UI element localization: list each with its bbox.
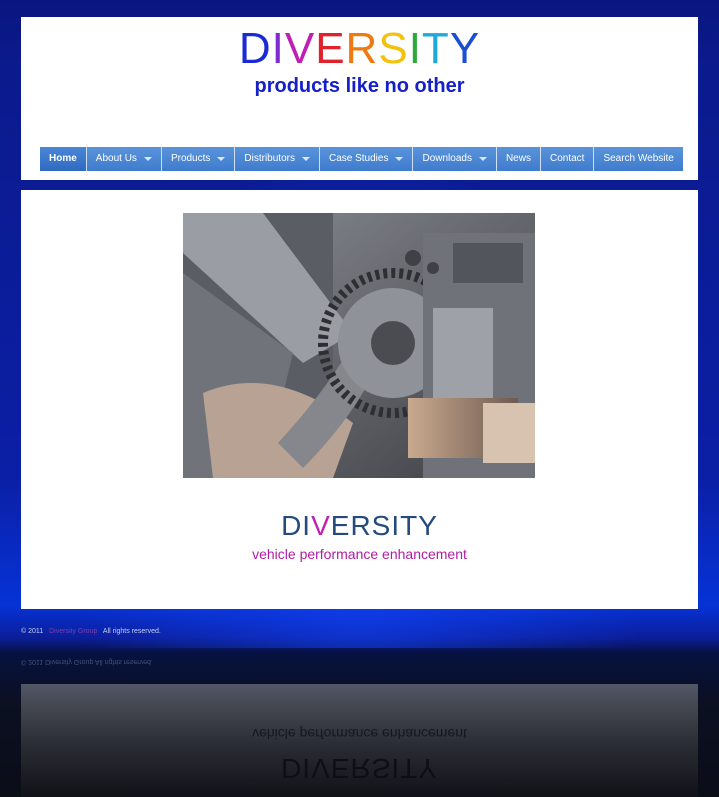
nav-item-label: News <box>505 153 531 164</box>
logo-letter: V <box>284 24 316 73</box>
logo-letter: S <box>378 24 409 73</box>
chevron-down-icon <box>395 157 404 161</box>
nav-item-label: Downloads <box>422 153 472 164</box>
reflection-footer: © 2011 Diversity Group All rights reserv… <box>21 658 153 665</box>
nav-item-distributors[interactable]: Distributors <box>235 147 320 171</box>
site-logo[interactable]: DIVERSITY <box>21 23 698 75</box>
site-footer: © 2011 Diversity Group All rights reserv… <box>21 628 161 635</box>
site-tagline: products like no other <box>254 75 465 97</box>
nav-item-label: Search Website <box>603 153 674 164</box>
nav-item-downloads[interactable]: Downloads <box>413 147 497 171</box>
page-reflection: © 2011 Diversity Group All rights reserv… <box>0 648 719 797</box>
chevron-down-icon <box>217 157 226 161</box>
reflection-panel: vehicle performance enhancement DIVERSIT… <box>21 684 698 797</box>
nav-item-news[interactable]: News <box>496 147 541 171</box>
footer-rights: All rights reserved. <box>102 628 161 635</box>
nav-item-label: Home <box>49 153 77 164</box>
logo-letter: D <box>238 24 272 73</box>
chevron-down-icon <box>478 157 487 161</box>
brand-suffix: ERSITY <box>330 510 438 541</box>
nav-item-label: About Us <box>95 153 137 164</box>
footer-copyright: © 2011 <box>21 628 44 635</box>
footer-company-link[interactable]: Diversity Group <box>49 628 97 635</box>
chevron-down-icon <box>143 157 152 161</box>
brand-subtitle: vehicle performance enhancement <box>252 546 467 562</box>
nav-item-label: Products <box>170 153 211 164</box>
nav-item-search-website[interactable]: Search Website <box>594 147 683 171</box>
nav-item-contact[interactable]: Contact <box>540 147 595 171</box>
reflection-brand: DIVERSITY <box>281 753 438 784</box>
logo-letter: I <box>408 24 422 73</box>
nav-item-home[interactable]: Home <box>40 147 87 171</box>
nav-item-about-us[interactable]: About Us <box>86 147 162 171</box>
engine-illustration <box>183 213 535 478</box>
logo-letter: T <box>421 24 450 73</box>
nav-item-label: Contact <box>549 153 585 164</box>
chevron-down-icon <box>301 157 310 161</box>
brand-title: DIVERSITY <box>21 510 698 542</box>
nav-item-case-studies[interactable]: Case Studies <box>319 147 414 171</box>
logo-letter: I <box>271 24 285 73</box>
hero-engine-image <box>183 213 535 478</box>
brand-prefix: DI <box>281 510 312 541</box>
logo-letter: E <box>315 24 346 73</box>
brand-v: V <box>311 510 331 541</box>
logo-letter: R <box>345 24 379 73</box>
main-navigation: Home About Us Products Distributors Case Stu… <box>40 147 683 171</box>
nav-item-products[interactable]: Products <box>161 147 236 171</box>
logo-letter: Y <box>449 24 481 73</box>
nav-item-label: Case Studies <box>328 153 389 164</box>
reflection-subtitle: vehicle performance enhancement <box>252 726 467 742</box>
nav-item-label: Distributors <box>244 153 295 164</box>
main-content: DIVERSITY vehicle performance enhancemen… <box>21 190 698 609</box>
site-header: DIVERSITY products like no other Home Abo… <box>21 17 698 180</box>
